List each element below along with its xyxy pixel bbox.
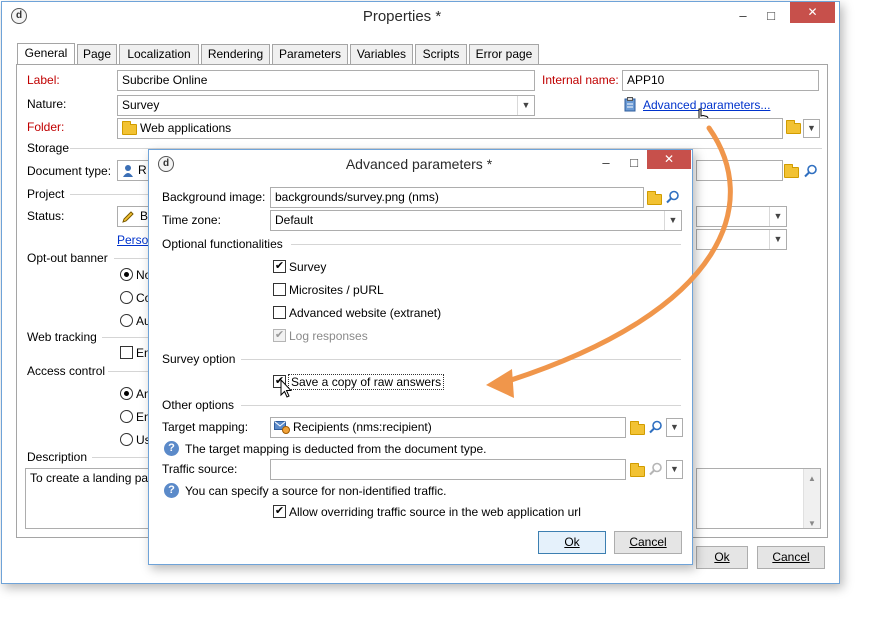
annotation-arrow	[486, 125, 733, 398]
